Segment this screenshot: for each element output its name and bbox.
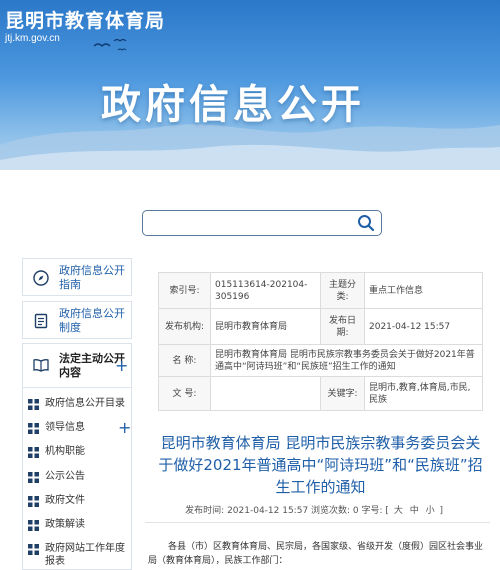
category-label: 主题分类: (320, 272, 365, 309)
sidebar-item-label: 领导信息 (45, 422, 85, 433)
site-url[interactable]: jtj.km.gov.cn (5, 33, 60, 44)
article-body: 各县（市）区教育体育局、民宗局，各国家级、省级开发（度假）园区社会事业局（教育体… (148, 542, 484, 566)
date-value: 2021-04-12 15:57 (364, 308, 483, 345)
site-name[interactable]: 昆明市教育体育局 (5, 6, 165, 33)
index-value: 015113614-202104-305196 (210, 272, 321, 309)
sidebar-item-annual-report[interactable]: 政府网站工作年度报表 (28, 542, 133, 568)
search-box[interactable] (142, 210, 382, 236)
sidebar-item-catalog[interactable]: 政府信息公开目录 (28, 397, 133, 415)
sidebar-item-notices[interactable]: 公示公告 (28, 470, 133, 488)
banner-title: 政府信息公开 (101, 82, 365, 128)
index-label: 索引号: (158, 272, 211, 309)
org-value: 昆明市教育体育局 (210, 308, 321, 345)
sidebar-item-label: 政府信息公开目录 (45, 398, 125, 409)
font-medium-button[interactable]: 中 (410, 506, 419, 516)
sidebar-item-system[interactable]: 政府信息公开制度 (22, 301, 132, 339)
birds-icon (93, 38, 127, 51)
grid-icon (28, 399, 39, 410)
docno-value (210, 376, 321, 411)
article-title: 昆明市教育体育局 昆明市民族宗教事务委员会关于做好2021年普通高中“阿诗玛班”… (158, 434, 483, 496)
font-size-open: [ (385, 506, 389, 516)
sidebar-item-label: 政策解读 (45, 519, 85, 530)
sidebar-section-mandatory[interactable]: 法定主动公开内容 + (22, 343, 132, 388)
sidebar-item-label: 政府文件 (45, 495, 85, 506)
sidebar-item-leaders[interactable]: 领导信息 + (28, 420, 133, 439)
document-icon (34, 313, 48, 329)
sidebar-menu: 政府信息公开目录 领导信息 + 机构职能 公示公告 政府文件 政策解读 政府网站… (22, 388, 132, 570)
sidebar-item-label: 政府信息公开制度 (59, 307, 125, 334)
expand-icon[interactable]: + (115, 358, 128, 374)
grid-icon (28, 496, 39, 507)
name-label: 名 称: (158, 344, 211, 377)
sidebar-item-label: 公示公告 (45, 471, 85, 482)
date-label: 发布日期: (320, 308, 365, 345)
sidebar-item-guide[interactable]: 政府信息公开指南 (22, 258, 132, 296)
keywords-value: 昆明市,教育,体育局,市民,民族 (364, 376, 483, 411)
sidebar-item-label: 政府网站工作年度报表 (45, 543, 125, 567)
search-input[interactable] (151, 211, 351, 235)
document-info-table: 索引号: 015113614-202104-305196 主题分类: 重点工作信… (158, 272, 483, 411)
meta-info: 发布时间: 2021-04-12 15:57 浏览次数: 0 字号: (185, 506, 383, 516)
sidebar-item-label: 机构职能 (45, 446, 85, 457)
font-large-button[interactable]: 大 (394, 506, 403, 516)
font-small-button[interactable]: 小 (426, 506, 435, 516)
header-banner: 昆明市教育体育局 jtj.km.gov.cn 政府信息公开 (0, 0, 500, 175)
sidebar-item-label: 政府信息公开指南 (59, 264, 125, 291)
sidebar-item-policy[interactable]: 政策解读 (28, 518, 133, 536)
font-size-close: ] (439, 506, 443, 516)
category-value: 重点工作信息 (364, 272, 483, 309)
keywords-label: 关键字: (320, 376, 365, 411)
book-icon (33, 359, 49, 372)
divider (145, 522, 490, 523)
sidebar-item-documents[interactable]: 政府文件 (28, 494, 133, 512)
docno-label: 文 号: (158, 376, 211, 411)
sidebar-item-functions[interactable]: 机构职能 (28, 445, 133, 463)
grid-icon (28, 520, 39, 531)
compass-icon (33, 270, 49, 286)
grid-icon (28, 472, 39, 483)
grid-icon (28, 423, 39, 434)
expand-icon[interactable]: + (118, 420, 131, 436)
org-label: 发布机构: (158, 308, 211, 345)
search-icon[interactable] (357, 214, 375, 232)
article-meta: 发布时间: 2021-04-12 15:57 浏览次数: 0 字号: [ 大 中… (158, 503, 483, 516)
name-value: 昆明市教育体育局 昆明市民族宗教事务委员会关于做好2021年普通高中“阿诗玛班”… (210, 344, 483, 377)
grid-icon (28, 447, 39, 458)
grid-icon (28, 544, 39, 555)
